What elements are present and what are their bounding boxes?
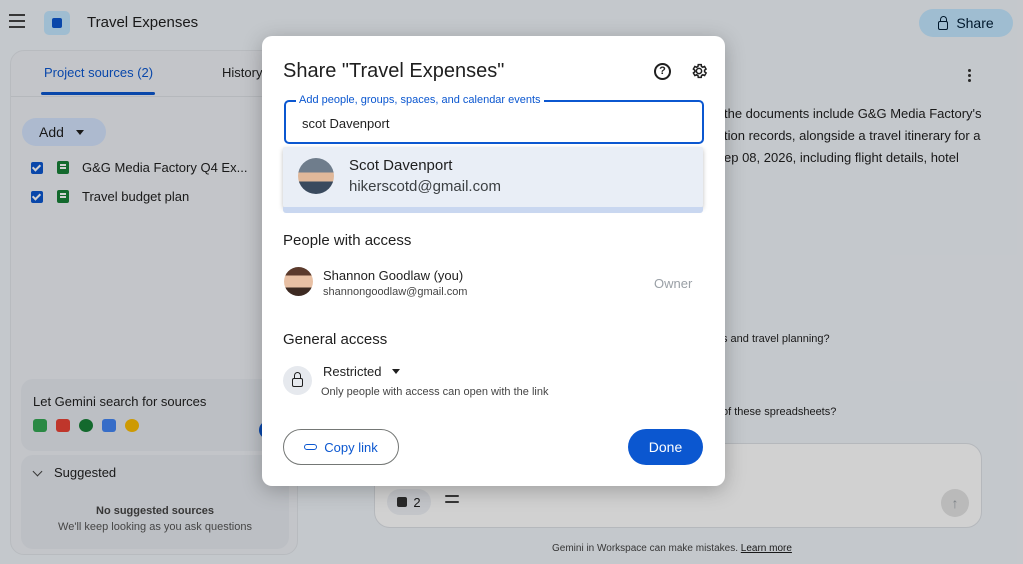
suggestion-list-edge	[283, 207, 703, 213]
suggestion-name: Scot Davenport	[349, 157, 453, 174]
caret-down-icon	[391, 369, 400, 374]
share-dialog: Share "Travel Expenses" ? Add people, gr…	[262, 36, 725, 486]
lock-icon	[283, 366, 312, 395]
app-root: Travel Expenses Share Project sources (2…	[0, 0, 1023, 564]
add-people-field[interactable]: Add people, groups, spaces, and calendar…	[284, 94, 704, 144]
gear-icon[interactable]	[690, 62, 708, 80]
copy-link-label: Copy link	[324, 439, 378, 455]
avatar	[284, 267, 313, 296]
suggestion-email: hikerscotd@gmail.com	[349, 178, 501, 195]
access-level-dropdown[interactable]: Restricted	[323, 364, 400, 379]
people-with-access-heading: People with access	[283, 232, 412, 249]
access-description: Only people with access can open with th…	[321, 386, 549, 398]
add-people-input[interactable]	[302, 116, 682, 131]
general-access-heading: General access	[283, 331, 388, 348]
access-level-label: Restricted	[323, 364, 382, 379]
owner-role: Owner	[654, 276, 693, 291]
contact-suggestion[interactable]: Scot Davenport hikerscotd@gmail.com	[283, 147, 703, 207]
help-icon[interactable]: ?	[654, 63, 671, 80]
avatar	[298, 158, 334, 194]
owner-name: Shannon Goodlaw (you)	[323, 268, 464, 283]
owner-email: shannongoodlaw@gmail.com	[323, 286, 468, 298]
link-icon	[304, 444, 318, 450]
add-people-label: Add people, groups, spaces, and calendar…	[296, 94, 544, 106]
dialog-title: Share "Travel Expenses"	[283, 60, 505, 82]
done-button[interactable]: Done	[628, 429, 703, 465]
copy-link-button[interactable]: Copy link	[283, 429, 399, 465]
